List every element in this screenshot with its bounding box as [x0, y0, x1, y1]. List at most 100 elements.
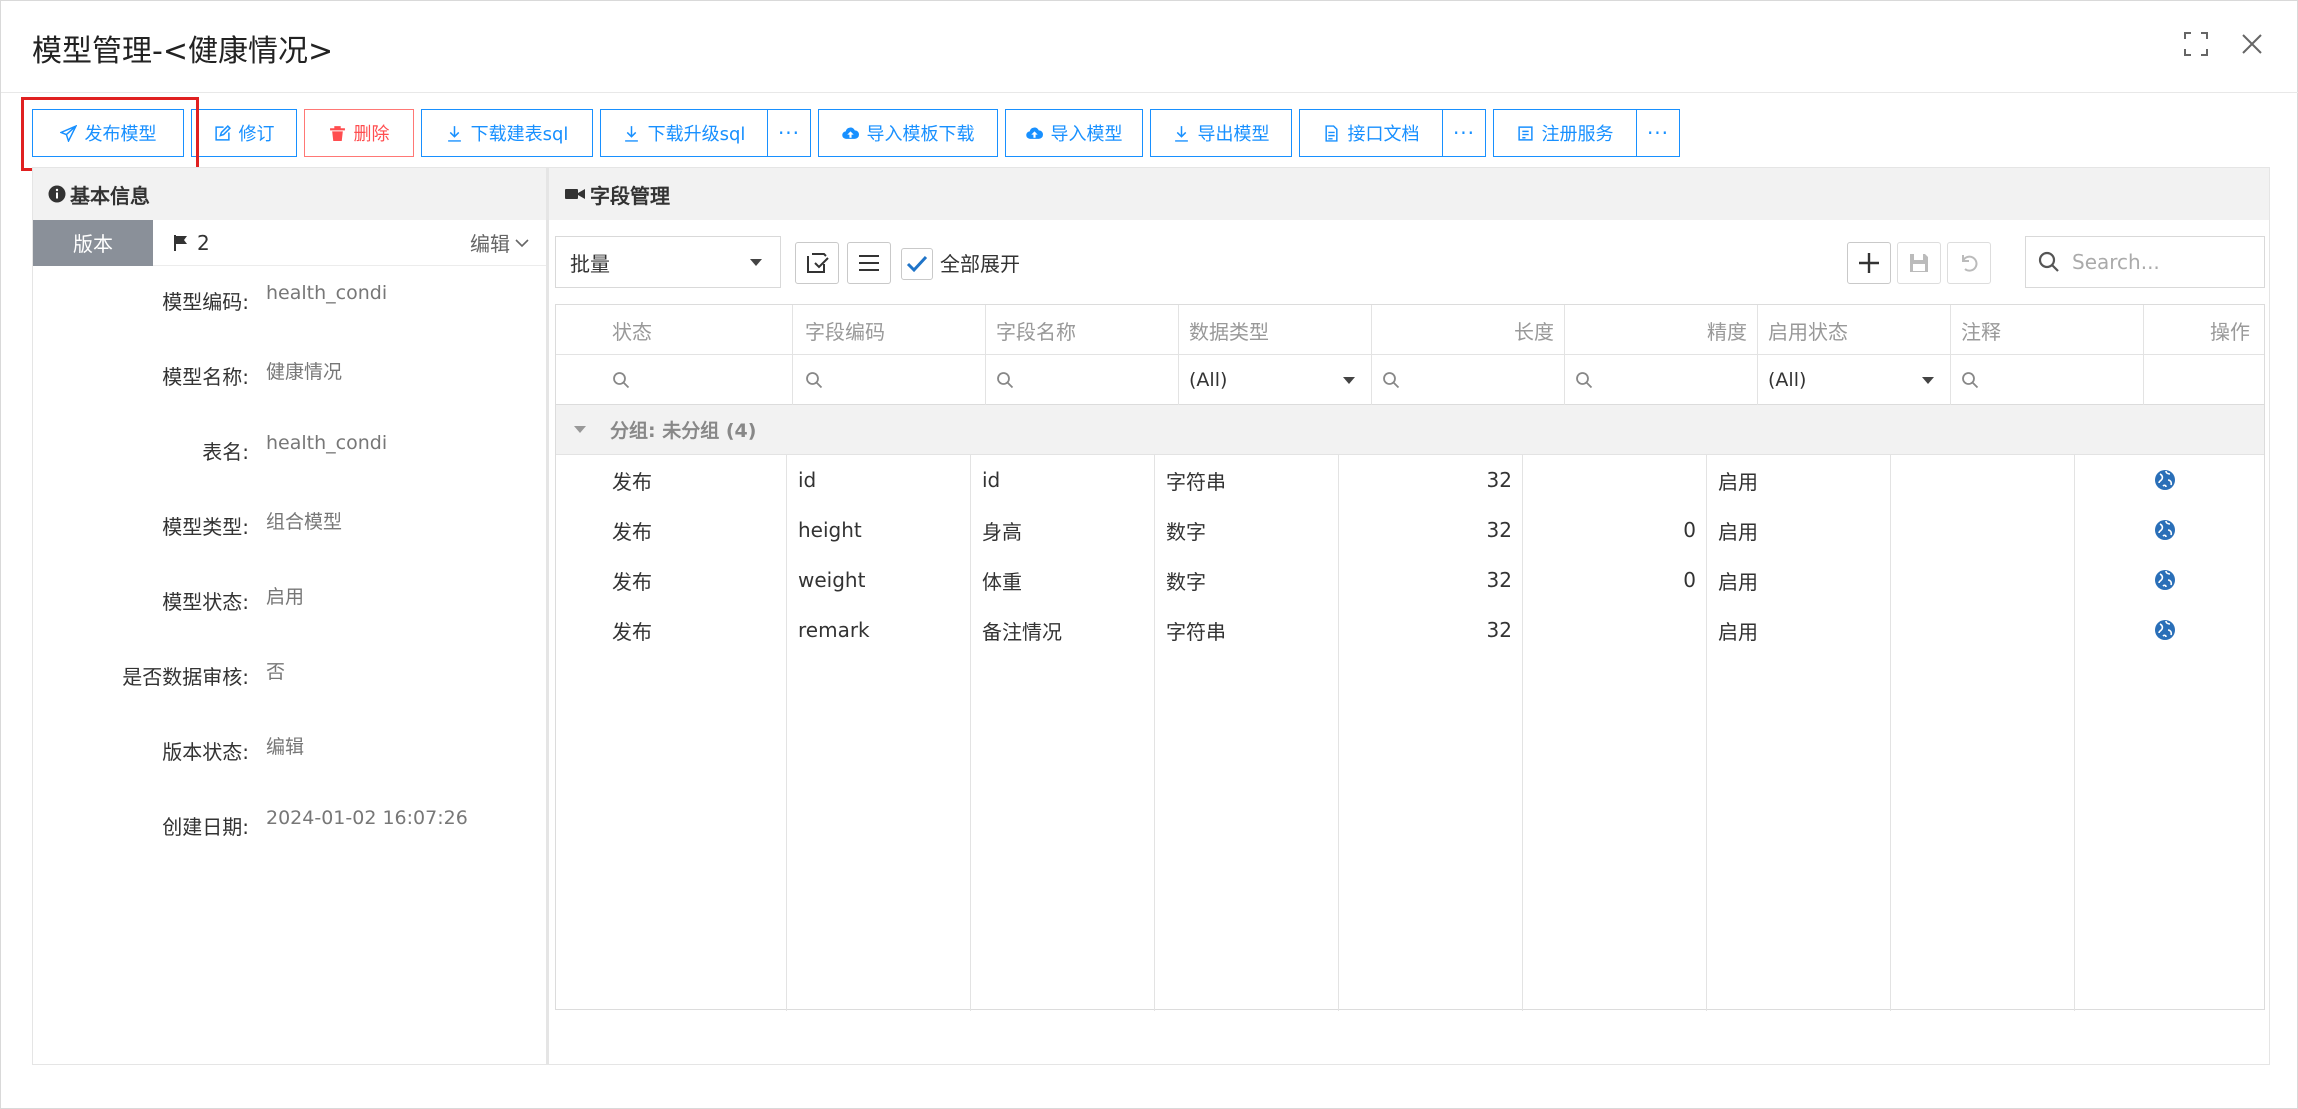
cell-status: 发布	[612, 569, 652, 594]
filter-type[interactable]: (All)	[1179, 355, 1372, 405]
filter-enabled-value: (All)	[1768, 369, 1807, 391]
grid-search-input[interactable]	[2072, 250, 2242, 274]
register-service-button[interactable]: 注册服务	[1493, 109, 1637, 157]
download-upgrade-sql-button[interactable]: 下载升级sql	[600, 109, 768, 157]
caret-down-icon	[750, 259, 762, 266]
table-row[interactable]: 发布 id id 字符串 32 启用	[556, 455, 2264, 505]
edit-icon	[214, 124, 231, 141]
col-header-comment[interactable]: 注释	[1951, 305, 2144, 355]
revise-button[interactable]: 修订	[191, 109, 297, 157]
filter-comment[interactable]	[1951, 355, 2144, 405]
filter-code[interactable]	[793, 355, 986, 405]
filter-type-value: (All)	[1189, 369, 1228, 391]
publish-model-button[interactable]: 发布模型	[32, 109, 184, 157]
import-model-button[interactable]: 导入模型	[1005, 109, 1143, 157]
info-value: health_condi	[266, 282, 388, 304]
expand-all-checkbox[interactable]	[901, 248, 933, 280]
filter-length[interactable]	[1372, 355, 1565, 405]
filter-status[interactable]	[556, 355, 793, 405]
filter-precision[interactable]	[1565, 355, 1758, 405]
info-label: 模型名称:	[162, 365, 249, 389]
globe-icon[interactable]	[2154, 605, 2176, 655]
col-header-enabled[interactable]: 启用状态	[1758, 305, 1951, 355]
cell-enabled: 启用	[1718, 519, 1758, 544]
cell-name: 体重	[982, 569, 1022, 594]
table-row[interactable]: 发布 weight 体重 数字 32 0 启用	[556, 555, 2264, 605]
batch-edit-button[interactable]	[795, 242, 839, 284]
search-icon	[613, 372, 630, 389]
batch-select[interactable]: 批量	[555, 236, 781, 288]
table-row[interactable]: 发布 height 身高 数字 32 0 启用	[556, 505, 2264, 555]
version-indicator: 2	[173, 231, 210, 255]
col-header-code[interactable]: 字段编码	[793, 305, 986, 355]
caret-down-icon	[574, 426, 586, 433]
maximize-icon[interactable]	[2179, 27, 2213, 61]
info-row-table-name: 表名: health_condi	[33, 432, 549, 466]
version-edit-dropdown[interactable]: 编辑	[470, 228, 530, 257]
cell-enabled: 启用	[1718, 619, 1758, 644]
cell-code: remark	[798, 618, 870, 642]
cell-name: 备注情况	[982, 619, 1062, 644]
grid-header-row: 状态 字段编码 字段名称 数据类型 长度 精度 启用状态 注释 操作	[556, 305, 2264, 355]
save-button[interactable]	[1897, 242, 1941, 284]
basic-info-header: 基本信息	[33, 168, 546, 220]
cell-enabled: 启用	[1718, 469, 1758, 494]
table-row[interactable]: 发布 remark 备注情况 字符串 32 启用	[556, 605, 2264, 655]
filter-actions	[2144, 355, 2264, 405]
field-management-panel: 字段管理 批量 全部展开 Search... 状态 字段编码 字段名称 数据类型…	[548, 167, 2270, 1065]
register-more-button[interactable]: ···	[1636, 109, 1680, 157]
info-row-model-code: 模型编码: health_condi	[33, 282, 549, 316]
cloud-upload-icon	[841, 127, 859, 139]
download-icon	[447, 125, 461, 142]
download-icon	[624, 125, 638, 142]
api-doc-button[interactable]: 接口文档	[1299, 109, 1443, 157]
info-label: 模型编码:	[162, 290, 249, 314]
dialog-title: 模型管理-<健康情况>	[32, 34, 334, 69]
version-row: 版本 2 编辑	[33, 219, 546, 266]
search-icon	[1962, 372, 1979, 389]
dialog-header: 模型管理-<健康情况>	[1, 1, 2298, 93]
trash-icon	[329, 125, 345, 141]
info-value: 启用	[266, 586, 305, 608]
col-header-precision[interactable]: 精度	[1565, 305, 1758, 355]
col-header-status[interactable]: 状态	[556, 305, 793, 355]
check-icon	[906, 255, 928, 273]
column-chooser-button[interactable]	[847, 242, 891, 284]
globe-icon[interactable]	[2154, 555, 2176, 605]
col-header-type[interactable]: 数据类型	[1179, 305, 1372, 355]
expand-all-label: 全部展开	[940, 252, 1020, 276]
api-doc-label: 接口文档	[1347, 124, 1420, 145]
cell-status: 发布	[612, 619, 652, 644]
add-row-button[interactable]	[1847, 242, 1891, 284]
version-tab[interactable]: 版本	[33, 219, 153, 266]
close-icon[interactable]	[2235, 27, 2269, 61]
col-header-name[interactable]: 字段名称	[986, 305, 1179, 355]
globe-icon[interactable]	[2154, 505, 2176, 555]
register-icon	[1517, 125, 1533, 141]
api-doc-more-button[interactable]: ···	[1442, 109, 1486, 157]
globe-icon[interactable]	[2154, 455, 2176, 505]
cloud-upload-icon	[1025, 127, 1043, 139]
info-label: 模型类型:	[162, 515, 249, 539]
download-create-sql-button[interactable]: 下载建表sql	[421, 109, 593, 157]
group-label: 分组: 未分组 (4)	[610, 420, 757, 442]
cell-code: id	[798, 468, 817, 492]
send-icon	[59, 124, 77, 142]
grid-search[interactable]	[2025, 236, 2265, 288]
delete-button[interactable]: 删除	[304, 109, 414, 157]
filter-enabled[interactable]: (All)	[1758, 355, 1951, 405]
export-model-button[interactable]: 导出模型	[1150, 109, 1292, 157]
flag-icon	[174, 234, 187, 251]
download-more-button[interactable]: ···	[767, 109, 811, 157]
info-value: 否	[266, 661, 286, 683]
group-row[interactable]: 分组: 未分组 (4)	[556, 405, 2264, 455]
checklist-icon	[807, 253, 829, 273]
filter-name[interactable]	[986, 355, 1179, 405]
chevron-down-icon	[515, 238, 529, 247]
cell-code: height	[798, 518, 862, 542]
cell-code: weight	[798, 568, 866, 592]
register-service-label: 注册服务	[1541, 124, 1614, 145]
col-header-length[interactable]: 长度	[1372, 305, 1565, 355]
revert-button[interactable]	[1947, 242, 1991, 284]
import-template-download-button[interactable]: 导入模板下载	[818, 109, 998, 157]
